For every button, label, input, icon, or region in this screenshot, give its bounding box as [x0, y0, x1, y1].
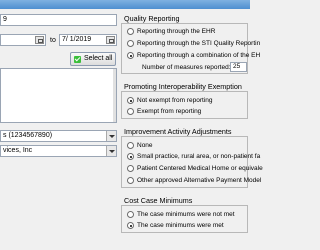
improvement-option-label: None: [137, 142, 153, 149]
radio-button-selected[interactable]: [127, 222, 134, 229]
improvement-option-pcmh[interactable]: Patient Centered Medical Home or equival…: [127, 164, 263, 173]
list-scrollbar[interactable]: [113, 69, 116, 122]
cost-option-label: The case minimums were met: [137, 222, 224, 229]
left-pane: 9 to 7/ 1/2019 Select all s (1234567890)…: [0, 9, 118, 250]
improvement-option-label: Other approved Alternative Payment Model: [137, 177, 262, 184]
select-all-button[interactable]: Select all: [70, 52, 116, 66]
interop-option-label: Exempt from reporting: [137, 108, 202, 115]
improvement-option-label: Patient Centered Medical Home or equival…: [137, 165, 263, 172]
quality-option-combination[interactable]: Reporting through a combination of the E…: [127, 51, 260, 60]
chevron-down-icon[interactable]: [106, 146, 116, 156]
measures-count-field[interactable]: 25: [230, 62, 247, 72]
right-pane: Quality Reporting Reporting through the …: [121, 9, 263, 250]
date-from-field[interactable]: [0, 34, 46, 46]
cost-option-met[interactable]: The case minimums were met: [127, 221, 224, 230]
cost-option-not-met[interactable]: The case minimums were not met: [127, 210, 235, 219]
calendar-icon[interactable]: [106, 36, 115, 44]
interop-option-label: Not exempt from reporting: [137, 97, 213, 104]
radio-button[interactable]: [127, 177, 134, 184]
interop-option-not-exempt[interactable]: Not exempt from reporting: [127, 96, 213, 105]
improvement-group: None Small practice, rural area, or non-…: [121, 136, 263, 188]
improvement-option-apm[interactable]: Other approved Alternative Payment Model: [127, 176, 261, 185]
interop-title: Promoting Interoperability Exemption: [124, 82, 242, 91]
date-to-label: to: [50, 37, 56, 44]
quality-option-sti[interactable]: Reporting through the STI Quality Report…: [127, 39, 260, 48]
provider-dropdown-value: s (1234567890): [3, 132, 53, 139]
quality-option-label: Reporting through the STI Quality Report…: [137, 40, 261, 47]
provider-list[interactable]: [0, 68, 117, 123]
date-to-value: 7/ 1/2019: [62, 36, 92, 43]
provider-dropdown[interactable]: s (1234567890): [0, 130, 117, 142]
radio-button[interactable]: [127, 108, 134, 115]
calendar-icon[interactable]: [35, 36, 44, 44]
radio-button[interactable]: [127, 28, 134, 35]
quality-reporting-group: Reporting through the EHR Reporting thro…: [121, 23, 260, 74]
radio-button-selected[interactable]: [127, 97, 134, 104]
cost-title: Cost Case Minimums: [124, 196, 193, 205]
measures-label: Number of measures reported:: [142, 64, 231, 71]
quality-reporting-title: Quality Reporting: [124, 14, 180, 23]
improvement-option-none[interactable]: None: [127, 141, 153, 150]
title-bar: [0, 0, 250, 9]
radio-button[interactable]: [127, 165, 134, 172]
radio-button-selected[interactable]: [127, 153, 134, 160]
quality-option-ehr[interactable]: Reporting through the EHR: [127, 27, 215, 36]
quality-option-label: Reporting through a combination of the E…: [137, 52, 261, 59]
quality-option-label: Reporting through the EHR: [137, 28, 216, 35]
radio-button[interactable]: [127, 142, 134, 149]
radio-button[interactable]: [127, 211, 134, 218]
interop-group: Not exempt from reporting Exempt from re…: [121, 91, 248, 119]
radio-button-selected[interactable]: [127, 52, 134, 59]
organization-dropdown-value: vices, Inc: [3, 147, 33, 154]
improvement-option-label: Small practice, rural area, or non-patie…: [137, 153, 261, 160]
select-all-label: Select all: [84, 55, 113, 62]
organization-dropdown[interactable]: vices, Inc: [0, 145, 117, 157]
improvement-option-small-practice[interactable]: Small practice, rural area, or non-patie…: [127, 152, 260, 161]
checkmark-icon: [74, 56, 81, 63]
interop-option-exempt[interactable]: Exempt from reporting: [127, 107, 201, 116]
cost-option-label: The case minimums were not met: [137, 211, 235, 218]
radio-button[interactable]: [127, 40, 134, 47]
cost-group: The case minimums were not met The case …: [121, 205, 248, 233]
top-field[interactable]: 9: [0, 14, 117, 26]
date-to-field[interactable]: 7/ 1/2019: [59, 34, 117, 46]
improvement-title: Improvement Activity Adjustments: [124, 127, 232, 136]
chevron-down-icon[interactable]: [106, 131, 116, 141]
